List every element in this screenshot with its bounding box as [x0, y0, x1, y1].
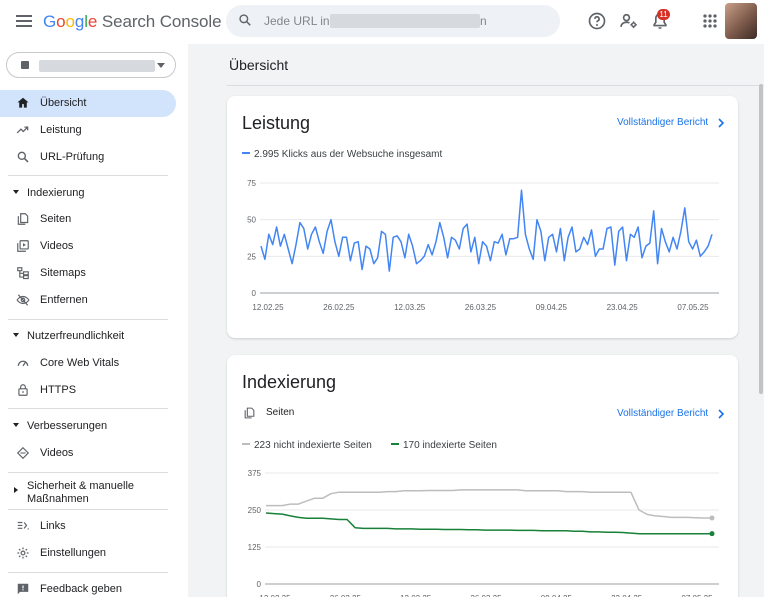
video-icon	[17, 240, 29, 252]
performance-card: Leistung Vollständiger Bericht 2.995 Kli…	[227, 96, 738, 338]
section-indexing-toggle[interactable]: Indexierung	[0, 184, 176, 204]
section-enhancements-toggle[interactable]: Verbesserungen	[0, 417, 176, 437]
clicks-line-chart[interactable]: 0 25 50 75 12.02.25 26.02.25 12.03.25 26.03.25 0…	[227, 96, 738, 338]
series-end-marker-2	[709, 531, 715, 537]
sidebar-item-sitemaps[interactable]: Sitemaps	[0, 260, 176, 287]
menu-icon[interactable]	[16, 15, 32, 27]
sidebar-item-enhancement-videos[interactable]: Videos	[0, 440, 176, 467]
sidebar-divider	[8, 408, 168, 409]
lock-icon	[18, 384, 28, 396]
sidebar-item-https[interactable]: HTTPS	[0, 377, 176, 404]
series-end-marker-1	[709, 515, 715, 521]
gear-icon	[17, 547, 29, 559]
x-tick-label: 26.02.25	[323, 303, 355, 312]
manage-users-icon[interactable]	[619, 11, 639, 31]
series-line-1	[266, 489, 712, 519]
section-security-toggle[interactable]: Sicherheit & manuelle Maßnahmen	[0, 477, 176, 507]
page-title: Übersicht	[229, 57, 289, 73]
section-experience-toggle[interactable]: Nutzerfreundlichkeit	[0, 327, 176, 347]
x-tick-label: 09.04.25	[536, 303, 568, 312]
y-tick-label: 250	[248, 506, 262, 515]
app-header: Google Search Console Jede URL in "h n 1…	[0, 0, 764, 44]
search-icon	[239, 14, 251, 26]
sidebar-item-links[interactable]: Links	[0, 513, 176, 540]
links-icon	[17, 521, 29, 530]
redacted-property-url	[330, 14, 480, 28]
collapse-caret-icon	[13, 423, 19, 427]
sidebar-divider	[8, 319, 168, 320]
y-tick-label: 375	[248, 469, 262, 478]
title-divider	[227, 85, 764, 86]
notification-badge: 11	[657, 9, 670, 20]
x-tick-label: 26.03.25	[465, 303, 497, 312]
collapse-caret-icon	[13, 333, 19, 337]
search-icon	[17, 151, 29, 163]
help-icon[interactable]	[587, 11, 607, 31]
sidebar-item-core-web-vitals[interactable]: Core Web Vitals	[0, 350, 176, 377]
y-tick-label: 0	[257, 580, 262, 589]
sidebar-item-url-inspection[interactable]: URL-Prüfung	[0, 144, 176, 171]
sidebar-item-performance[interactable]: Leistung	[0, 117, 176, 144]
sidebar-item-videos[interactable]: Videos	[0, 233, 176, 260]
trending-up-icon	[16, 126, 29, 134]
series-line-2	[265, 512, 712, 535]
sidebar-item-overview[interactable]: Übersicht	[0, 90, 176, 117]
app-logo[interactable]: Google Search Console	[43, 12, 222, 32]
y-tick-label: 125	[248, 543, 262, 552]
search-placeholder-end: n	[480, 14, 487, 28]
sidebar-divider	[8, 472, 168, 473]
y-tick-label: 25	[247, 252, 256, 261]
sitemap-icon	[17, 267, 29, 280]
redacted-property-name	[39, 60, 155, 72]
dropdown-caret-icon	[157, 63, 165, 68]
property-icon	[21, 61, 29, 69]
feedback-icon	[17, 583, 29, 595]
y-tick-label: 75	[247, 179, 256, 188]
sidebar-item-removals[interactable]: Entfernen	[0, 287, 176, 314]
x-tick-label: 07.05.25	[677, 303, 709, 312]
y-tick-label: 0	[252, 289, 257, 298]
indexing-line-chart[interactable]: 012525037512.02.2526.02.2512.03.2526.03.…	[227, 355, 738, 597]
sidebar-divider	[8, 572, 168, 573]
url-inspection-search[interactable]: Jede URL in "h n	[226, 5, 560, 37]
x-tick-label: 12.02.25	[252, 303, 284, 312]
x-tick-label: 12.03.25	[394, 303, 426, 312]
gauge-icon	[17, 360, 29, 367]
sidebar-divider	[8, 175, 168, 176]
sidebar: Übersicht Leistung URL-Prüfung Indexieru…	[0, 44, 188, 597]
property-selector[interactable]	[6, 52, 176, 78]
collapse-caret-icon	[13, 190, 19, 194]
x-tick-label: 23.04.25	[607, 303, 639, 312]
main-scrollbar[interactable]	[758, 44, 764, 597]
eye-off-icon	[16, 294, 30, 306]
series-line-1	[260, 189, 713, 272]
diamond-icon	[16, 446, 30, 460]
scrollbar-thumb[interactable]	[759, 84, 763, 394]
account-avatar[interactable]	[725, 3, 757, 39]
sidebar-item-settings[interactable]: Einstellungen	[0, 540, 176, 567]
indexing-card: Indexierung Seiten Vollständiger Bericht…	[227, 355, 738, 597]
home-icon	[17, 97, 29, 108]
sidebar-item-pages[interactable]: Seiten	[0, 206, 176, 233]
apps-grid-icon[interactable]	[700, 11, 720, 31]
sidebar-divider	[8, 509, 168, 510]
expand-caret-icon	[14, 487, 18, 493]
sidebar-item-feedback[interactable]: Feedback geben	[0, 576, 176, 597]
pages-icon	[17, 213, 29, 225]
y-tick-label: 50	[247, 216, 256, 225]
